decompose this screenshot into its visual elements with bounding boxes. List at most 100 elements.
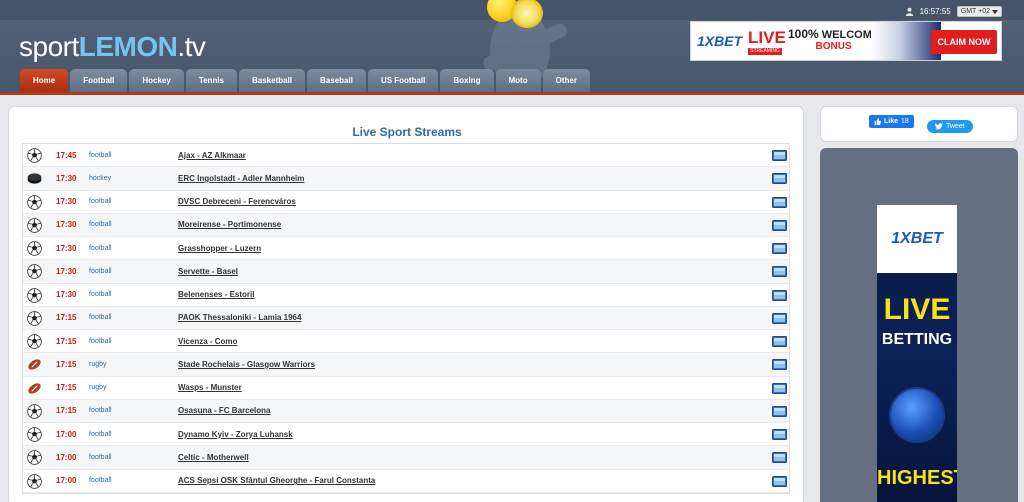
event-row[interactable]: 17:15 football Osasuna - FC Barcelona [23, 399, 789, 423]
event-row[interactable]: 17:45 football Ajax - AZ Alkmaar [23, 144, 789, 168]
event-time: 17:30 [56, 173, 77, 183]
event-sport[interactable]: football [89, 338, 112, 345]
event-time: 17:30 [56, 220, 77, 230]
tv-stream-icon[interactable] [772, 382, 787, 394]
tv-stream-icon[interactable] [772, 196, 787, 208]
event-time: 17:15 [56, 383, 77, 393]
logo-prefix: sport [19, 31, 79, 62]
event-match-link[interactable]: ERC Ingolstadt - Adler Mannheim [178, 174, 304, 183]
tv-stream-icon[interactable] [772, 336, 787, 347]
nav-tab-other[interactable]: Other [542, 69, 590, 92]
nav-tab-football[interactable]: Football [70, 69, 128, 92]
event-row[interactable]: 17:15 rugby Wasps - Munster [23, 377, 789, 400]
facebook-like-button[interactable]: Like 18 [869, 115, 914, 128]
nav-tab-tennis[interactable]: Tennis [185, 69, 237, 92]
tv-stream-icon[interactable] [772, 150, 787, 161]
event-sport[interactable]: football [89, 198, 112, 205]
event-match-link[interactable]: Osasuna - FC Barcelona [178, 406, 270, 415]
events-table: 17:45 football Ajax - AZ Alkmaar 17:30 hocke… [22, 143, 790, 494]
current-time: 16:57:55 [919, 7, 951, 16]
top-ad-banner[interactable]: 1XBET LIVE STREAMING 100% WELCOME BONUS … [690, 21, 1002, 61]
nav-underline [0, 92, 1024, 95]
event-time: 17:15 [56, 359, 77, 369]
event-row[interactable]: 17:00 football ACS Sepsi OSK Sfântul Gheor… [23, 470, 789, 493]
event-row[interactable]: 17:30 football Moreirense - Portimonense [23, 213, 789, 237]
nav-tab-hockey[interactable]: Hockey [129, 69, 184, 92]
event-sport[interactable]: rugby [89, 384, 107, 391]
tv-stream-icon[interactable] [772, 312, 787, 324]
event-sport[interactable]: football [89, 268, 112, 275]
event-match-link[interactable]: Wasps - Munster [178, 383, 242, 392]
event-match-link[interactable]: Celtic - Motherwell [178, 453, 249, 462]
vertical-ad-banner[interactable]: 1XBET LIVE BETTING HIGHEST [877, 205, 957, 502]
tv-stream-icon[interactable] [772, 405, 787, 417]
sidebar-ad-area: 1XBET LIVE BETTING HIGHEST [820, 148, 1018, 502]
tv-stream-icon[interactable] [772, 359, 787, 371]
event-sport[interactable]: football [89, 431, 112, 438]
chevron-down-icon [992, 9, 998, 14]
event-sport[interactable]: football [89, 477, 112, 484]
event-time: 17:30 [56, 243, 77, 253]
soccer-ball-icon [27, 427, 42, 442]
claim-now-button[interactable]: CLAIM NOW [931, 30, 997, 54]
event-row[interactable]: 17:00 football Dynamo Kyiv - Zorya Luhansk [23, 423, 789, 447]
event-row[interactable]: 17:30 football DVSC Debreceni - Ferencváro… [23, 191, 789, 214]
event-row[interactable]: 17:30 football Servette - Basel [23, 260, 789, 284]
nav-tab-home[interactable]: Home [20, 69, 69, 92]
event-sport[interactable]: football [89, 291, 112, 298]
event-match-link[interactable]: Servette - Basel [178, 267, 238, 276]
nav-tab-moto[interactable]: Moto [495, 69, 541, 92]
event-match-link[interactable]: Moreirense - Portimonense [178, 220, 281, 229]
event-sport[interactable]: hockey [89, 175, 111, 182]
event-row[interactable]: 17:15 rugby Stade Rochelais - Glasgow Warr… [23, 353, 789, 377]
nav-tab-us-football[interactable]: US Football [367, 69, 439, 92]
tv-stream-icon[interactable] [772, 266, 787, 278]
nav-tab-baseball[interactable]: Baseball [307, 69, 366, 92]
event-sport[interactable]: football [89, 314, 112, 321]
twitter-bird-icon [935, 123, 943, 130]
tweet-button[interactable]: Tweet [927, 120, 973, 133]
event-match-link[interactable]: Grasshopper - Luzern [178, 244, 261, 253]
event-row[interactable]: 17:30 football Belenenses - Estoril [23, 284, 789, 307]
event-sport[interactable]: rugby [89, 361, 107, 368]
nav-tab-basketball[interactable]: Basketball [239, 69, 306, 92]
tv-stream-icon[interactable] [772, 475, 787, 487]
event-sport[interactable]: football [89, 221, 112, 228]
event-match-link[interactable]: Ajax - AZ Alkmaar [178, 151, 246, 160]
event-sport[interactable]: football [89, 152, 112, 159]
tv-stream-icon[interactable] [772, 452, 787, 464]
event-row[interactable]: 17:30 football Grasshopper - Luzern [23, 237, 789, 261]
vbanner-live: LIVE [883, 293, 951, 326]
event-row[interactable]: 17:15 football Vicenza - Como [23, 330, 789, 354]
timezone-select[interactable]: GMT +02 [956, 6, 1002, 17]
tv-stream-icon[interactable] [772, 289, 787, 301]
nav-tab-boxing[interactable]: Boxing [440, 69, 494, 92]
site-logo[interactable]: sportLEMON.tv [19, 31, 206, 63]
event-match-link[interactable]: Stade Rochelais - Glasgow Warriors [178, 360, 315, 369]
social-box: Like 18 Tweet [820, 106, 1018, 142]
tv-stream-icon[interactable] [772, 219, 787, 231]
event-match-link[interactable]: Vicenza - Como [178, 337, 237, 346]
event-row[interactable]: 17:15 football PAOK Thessaloniki - Lamia 1… [23, 306, 789, 330]
tv-stream-icon[interactable] [772, 429, 787, 440]
tv-stream-icon[interactable] [772, 173, 787, 185]
user-icon[interactable] [905, 7, 914, 16]
event-match-link[interactable]: Belenenses - Estoril [178, 290, 254, 299]
event-row[interactable]: 17:30 hockey ERC Ingolstadt - Adler Mannhe… [23, 167, 789, 191]
event-match-link[interactable]: PAOK Thessaloniki - Lamia 1964 [178, 313, 301, 322]
sport-nav: Home Football Hockey Tennis Basketball B… [20, 69, 590, 92]
tv-stream-icon[interactable] [772, 243, 787, 254]
soccer-ball-icon [27, 287, 42, 303]
event-match-link[interactable]: ACS Sepsi OSK Sfântul Gheorghe - Farul C… [178, 476, 375, 485]
soccer-ball-icon [27, 264, 42, 279]
event-sport[interactable]: football [89, 454, 112, 461]
event-match-link[interactable]: DVSC Debreceni - Ferencváros [178, 197, 296, 206]
event-time: 17:30 [56, 290, 77, 300]
event-sport[interactable]: football [89, 245, 112, 252]
event-match-link[interactable]: Dynamo Kyiv - Zorya Luhansk [178, 430, 293, 439]
event-row[interactable]: 17:00 football Celtic - Motherwell [23, 446, 789, 470]
event-sport[interactable]: football [89, 407, 112, 414]
event-time: 17:15 [56, 313, 77, 323]
soccer-ball-icon [27, 241, 42, 256]
logo-brand: LEMON [78, 31, 178, 62]
